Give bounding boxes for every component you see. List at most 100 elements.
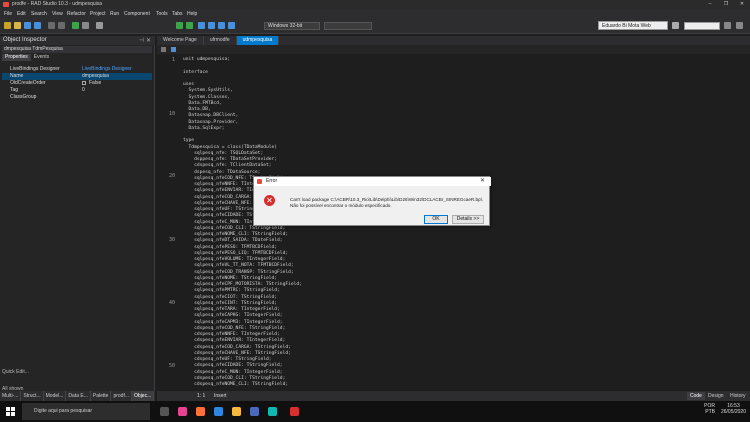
code-line[interactable]: sqlpesq_nfeVL_TT_NOTA: TFMTBCDField; (183, 263, 294, 268)
firefox-icon[interactable] (196, 407, 205, 416)
account-login[interactable]: Eduardo Bi Mota Web (598, 21, 668, 30)
tab-project[interactable]: prodf... (111, 391, 133, 401)
code-line[interactable]: cdspesq_nfeCOD_CARGA: TStringField; (183, 345, 291, 350)
step-over-icon[interactable] (208, 22, 215, 29)
code-line[interactable]: cdspesq_nfeNNFE: TIntegerField; (183, 332, 280, 337)
code-line[interactable]: Datasnap.Provider, (183, 120, 239, 125)
task-view-icon[interactable] (160, 407, 169, 416)
remove-file-icon[interactable] (82, 22, 89, 29)
menu-edit[interactable]: Edit (17, 11, 26, 17)
trace-into-icon[interactable] (218, 22, 225, 29)
pin-icon[interactable]: ⊣ (139, 37, 144, 44)
code-line[interactable]: unit udmpesquisa; (183, 57, 230, 62)
close-panel-icon[interactable]: ✕ (146, 37, 151, 44)
platform-select[interactable]: Windows 32-bit (264, 22, 320, 30)
system-tray[interactable]: POR PTB 16:53 26/05/2020 (704, 403, 746, 415)
menu-search[interactable]: Search (31, 11, 47, 17)
code-line[interactable]: sqlpesq_nfeNOME_CLI: TStringField; (183, 232, 288, 237)
code-line[interactable]: Data.SqlExpr; (183, 126, 225, 131)
menu-run[interactable]: Run (110, 11, 119, 17)
menu-project[interactable]: Project (90, 11, 106, 17)
code-line[interactable]: System.Classes, (183, 95, 231, 100)
property-row[interactable]: OldCreateOrder False (2, 80, 152, 87)
dialog-close-icon[interactable]: ✕ (480, 177, 485, 186)
layout-select[interactable] (684, 22, 720, 30)
code-line[interactable]: Tdmpesquisa = class(TDataModule) (183, 145, 278, 150)
code-line[interactable]: dsppesq_nfe: TDataSetProvider; (183, 157, 277, 162)
tab-multi-device[interactable]: Multi-... (0, 391, 22, 401)
code-line[interactable]: cdspesq_nfeCIDADE: TStringField; (183, 363, 283, 368)
menu-tabs[interactable]: Tabs (172, 11, 183, 17)
save-all-icon[interactable] (34, 22, 41, 29)
clock-date[interactable]: 26/05/2020 (721, 409, 746, 415)
tab-design[interactable]: Design (705, 392, 727, 400)
code-line[interactable]: sqlpesq_nfeNOME: TStringField; (183, 276, 277, 281)
tab-data-explorer[interactable]: Data E... (66, 391, 91, 401)
layout-icon[interactable] (672, 22, 679, 29)
code-line[interactable]: sqlpesq_nfeVOLUME: TIntegerField; (183, 257, 285, 262)
code-line[interactable]: dspesq_nfe: TDataSource; (183, 170, 260, 175)
tab-udmpesquisa[interactable]: udmpesquisa (236, 36, 280, 45)
property-row[interactable]: ClassGroup (2, 94, 152, 101)
trace-line-icon[interactable] (228, 22, 235, 29)
code-line[interactable]: cdspesq_nfeCHAVE_NFE: TStringField; (183, 351, 291, 356)
app-icon[interactable] (268, 407, 277, 416)
tab-object-inspector[interactable]: Objec... (132, 391, 155, 401)
keyboard-layout[interactable]: PTB (704, 409, 715, 415)
code-line[interactable]: Datasnap.DBClient, (183, 113, 239, 118)
code-line[interactable]: type (183, 138, 194, 143)
details-button[interactable]: Details >> (452, 215, 484, 224)
save-icon[interactable] (24, 22, 31, 29)
code-line[interactable]: Data.DB, (183, 107, 211, 112)
menu-refactor[interactable]: Refactor (67, 11, 86, 17)
code-line[interactable]: sqlpesq_nfe: TSQLDataSet; (183, 151, 263, 156)
app-icon[interactable] (178, 407, 187, 416)
property-row[interactable]: LiveBindings Designer LiveBindings Desig… (2, 66, 152, 73)
redo-icon[interactable] (58, 22, 65, 29)
code-line[interactable]: cdspesq_nfeENVIAR: TIntegerField; (183, 338, 285, 343)
code-line[interactable]: sqlpesq_nfeCAPM3: TIntegerField; (183, 320, 283, 325)
code-line[interactable]: interface (183, 70, 208, 75)
tab-ufrmodfe[interactable]: ufrmodfe (204, 36, 237, 45)
menu-view[interactable]: View (52, 11, 63, 17)
code-line[interactable]: sqlpesq_nfePMTRC: TStringField; (183, 288, 280, 293)
code-line[interactable]: sqlpesq_nfePESO_LIQ: TFMTBCDField; (183, 251, 288, 256)
menu-file[interactable]: File (4, 11, 12, 17)
menu-component[interactable]: Component (124, 11, 150, 17)
tab-code[interactable]: Code (687, 392, 705, 400)
code-line[interactable]: cdspesq_nfeCOD_CLI: TStringField; (183, 376, 285, 381)
code-line[interactable]: sqlpesq_nfeCPF_MOTORISTA: TStringField; (183, 282, 302, 287)
tab-history[interactable]: History (727, 392, 749, 400)
class-browser-icon[interactable] (171, 47, 176, 52)
tab-palette[interactable]: Palette (91, 391, 112, 401)
menu-help[interactable]: Help (187, 11, 197, 17)
code-line[interactable]: cdspesq_nfeCOD_NFE: TStringField; (183, 326, 285, 331)
ok-button[interactable]: OK (424, 215, 448, 224)
rad-studio-icon[interactable] (290, 407, 299, 416)
code-line[interactable]: sqlpesq_nfeCOD_TRANSP: TStringField; (183, 270, 294, 275)
code-line[interactable]: cdspesq_nfeNOME_CLI: TStringField; (183, 382, 288, 387)
help-icon[interactable] (736, 22, 743, 29)
tab-welcome-page[interactable]: Welcome Page (157, 36, 204, 45)
tab-events[interactable]: Events (31, 54, 52, 61)
checkbox-icon[interactable] (82, 81, 86, 85)
menu-tools[interactable]: Tools (156, 11, 168, 17)
maximize-button[interactable]: ❐ (718, 0, 734, 9)
code-line[interactable]: Data.FMTBcd, (183, 101, 222, 106)
property-row[interactable]: Name dmpesquisa (2, 73, 152, 80)
code-line[interactable]: sqlpesq_nfeCIOT: TStringField; (183, 295, 277, 300)
tab-properties[interactable]: Properties (2, 54, 31, 61)
new-icon[interactable] (4, 22, 11, 29)
code-line[interactable]: sqlpesq_nfeCINT: TStringField; (183, 301, 277, 306)
tab-structure[interactable]: Struct... (21, 391, 44, 401)
property-value[interactable]: False (89, 80, 101, 87)
nav-back-icon[interactable] (161, 47, 166, 52)
tab-model[interactable]: Model... (44, 391, 67, 401)
taskbar-search[interactable]: Digite aqui para pesquisar (22, 403, 150, 420)
app-icon[interactable] (214, 407, 223, 416)
quick-edit-link[interactable]: Quick Edit... (2, 369, 29, 375)
windows-start-icon[interactable] (6, 407, 15, 416)
run-without-debug-icon[interactable] (186, 22, 193, 29)
configuration-select[interactable] (324, 22, 372, 30)
property-row[interactable]: Tag 0 (2, 87, 152, 94)
